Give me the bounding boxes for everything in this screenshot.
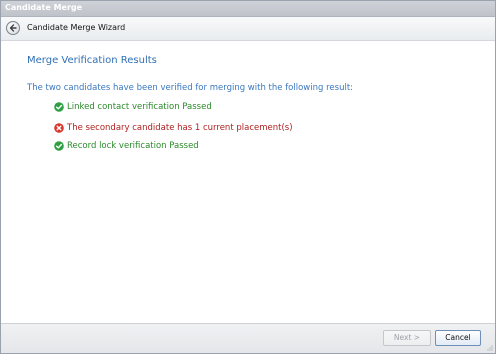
result-text: The secondary candidate has 1 current pl… — [67, 123, 293, 133]
check-circle-icon — [54, 102, 64, 112]
wizard-footer: Next > Cancel — [1, 323, 495, 353]
back-arrow-icon — [9, 24, 17, 32]
result-text: Record lock verification Passed — [67, 141, 199, 151]
result-text: Linked contact verification Passed — [67, 102, 212, 112]
wizard-header: Candidate Merge Wizard — [1, 17, 495, 41]
error-circle-icon — [54, 123, 64, 133]
back-button[interactable] — [6, 21, 20, 35]
resize-grip-icon[interactable] — [487, 345, 493, 351]
wizard-content: Merge Verification Results The two candi… — [1, 41, 495, 324]
window-title: Candidate Merge — [5, 3, 83, 12]
next-button[interactable]: Next > — [383, 330, 431, 346]
page-title: Merge Verification Results — [27, 55, 157, 66]
verification-description: The two candidates have been verified fo… — [27, 83, 354, 93]
check-circle-icon — [54, 141, 64, 151]
cancel-button[interactable]: Cancel — [435, 330, 481, 346]
wizard-title: Candidate Merge Wizard — [27, 23, 126, 32]
candidate-merge-window: Candidate Merge Candidate Merge Wizard M… — [0, 0, 496, 354]
window-titlebar[interactable]: Candidate Merge — [1, 1, 495, 17]
